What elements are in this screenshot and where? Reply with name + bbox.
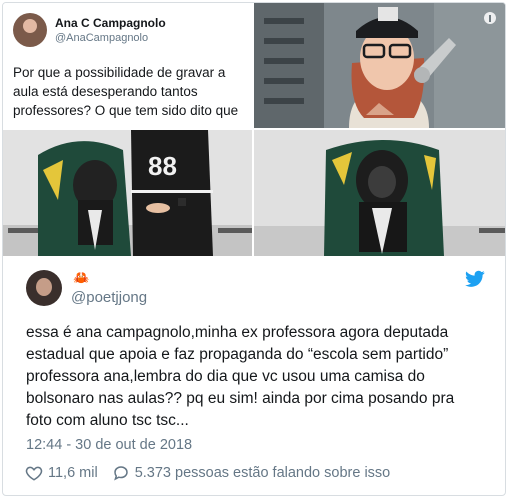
shirt-closeup-image <box>254 130 505 256</box>
photo-woman-portrait[interactable] <box>254 3 505 128</box>
tweet-body: 🦀 @poetjjong essa é ana campagnolo,minha… <box>3 256 505 495</box>
timestamp[interactable]: 12:44 - 30 de out de 2018 <box>26 437 192 453</box>
display-name-emoji: 🦀 <box>73 270 90 285</box>
teacher-student-image: 88 <box>3 130 252 256</box>
reply-count[interactable]: 5.373 pessoas estão falando sobre isso <box>135 465 391 481</box>
twitter-bird-icon[interactable] <box>465 270 485 288</box>
photo-teacher-with-student[interactable]: 88 <box>3 130 252 256</box>
media-grid: Ana C Campagnolo @AnaCampagnolo Por que … <box>3 3 505 256</box>
embedded-avatar <box>13 13 47 47</box>
tweet-card: Ana C Campagnolo @AnaCampagnolo Por que … <box>2 2 506 496</box>
photo-shirt-closeup[interactable] <box>254 130 505 256</box>
woman-portrait-image <box>254 3 505 128</box>
user-handle[interactable]: @poetjjong <box>71 289 147 306</box>
heart-icon[interactable] <box>25 464 43 482</box>
embedded-handle: @AnaCampagnolo <box>55 32 149 44</box>
photo-embedded-tweet[interactable]: Ana C Campagnolo @AnaCampagnolo Por que … <box>3 3 252 128</box>
embedded-tweet-text: Por que a possibilidade de gravar a aula… <box>13 65 239 118</box>
speech-bubble-icon[interactable] <box>112 464 130 482</box>
avatar[interactable] <box>26 270 62 306</box>
tweet-actions: 11,6 mil 5.373 pessoas estão falando sob… <box>25 464 390 482</box>
svg-text:88: 88 <box>148 151 177 181</box>
like-count[interactable]: 11,6 mil <box>48 465 98 481</box>
tweet-text: essa é ana campagnolo,minha ex professor… <box>26 324 455 429</box>
embedded-display-name: Ana C Campagnolo <box>55 16 166 30</box>
embedded-tweet-header: Ana C Campagnolo @AnaCampagnolo <box>13 13 166 47</box>
